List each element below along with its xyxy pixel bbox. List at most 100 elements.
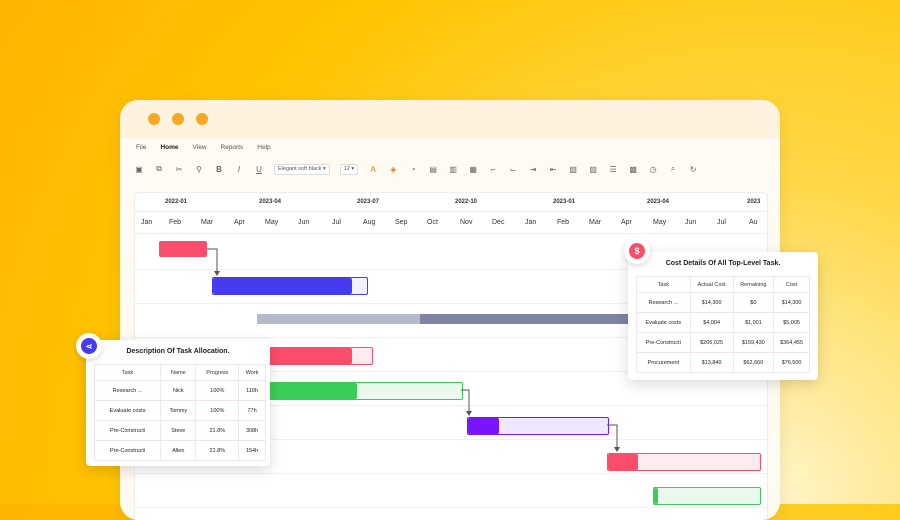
table-cell: $159,430: [732, 332, 775, 353]
month-label: Jun: [685, 219, 697, 226]
column-header: Name: [160, 364, 197, 381]
task-bar[interactable]: [467, 417, 609, 435]
month-label: Apr: [234, 219, 245, 226]
outdent-icon[interactable]: ⇤: [548, 164, 558, 174]
table-cell: $0: [732, 292, 775, 313]
save-icon[interactable]: ▣: [134, 164, 144, 174]
indent-icon[interactable]: ⇥: [528, 164, 538, 174]
table-cell: $14,300: [773, 292, 810, 313]
month-label: Apr: [621, 219, 632, 226]
progress-icon[interactable]: ◔: [408, 164, 418, 174]
table-cell: 308h: [238, 420, 266, 441]
search-icon[interactable]: ⌕: [668, 164, 678, 174]
task-bar[interactable]: [212, 277, 368, 295]
month-label: Jan: [141, 219, 153, 226]
font-size-value: 12: [343, 165, 350, 172]
row-divider: [135, 507, 767, 508]
task-bar[interactable]: [159, 241, 207, 257]
year-label: 2022-01: [165, 199, 188, 205]
underline-icon[interactable]: U: [254, 164, 264, 174]
month-label: Feb: [557, 219, 570, 226]
font-color-icon[interactable]: A: [368, 164, 378, 174]
toolbar: ▣ ⧉ ✂ ⚲ B I U Elegant soft black ▾ 12 ▾ …: [134, 162, 766, 176]
table-cell: 100%: [195, 380, 240, 401]
task-bar[interactable]: [653, 487, 761, 505]
summary-bar[interactable]: [257, 314, 637, 324]
month-label: Dec: [492, 219, 505, 226]
table-row: Research ... $14,300 $0 $14,300: [636, 292, 810, 313]
column-header: Actual Cost: [689, 276, 734, 293]
task-bar[interactable]: [259, 382, 463, 400]
month-label: Mar: [201, 219, 214, 226]
table-cell: Evaluate costs: [93, 400, 162, 421]
cost-badge[interactable]: $: [624, 238, 650, 264]
table-row: Research ... Nick 100% 110h: [93, 380, 266, 401]
menu-file[interactable]: File: [136, 144, 146, 151]
table-cell: Allen: [160, 440, 197, 461]
window-dot-2[interactable]: [172, 113, 184, 125]
month-label: Mar: [589, 219, 602, 226]
subtask-icon[interactable]: ▥: [448, 164, 458, 174]
menu-view[interactable]: View: [193, 144, 207, 151]
table-cell: $364,455: [773, 332, 810, 353]
bold-icon[interactable]: B: [214, 164, 224, 174]
table-cell: $205,025: [689, 332, 734, 353]
share-badge[interactable]: ⋖: [76, 333, 102, 359]
year-header: 2022-01 2023-04 2023-07 2022-10 2023-01 …: [135, 193, 767, 212]
table-cell: 77h: [238, 400, 266, 421]
link-icon[interactable]: ⌐: [488, 164, 498, 174]
refresh-icon[interactable]: ↻: [688, 164, 698, 174]
fill-color-icon[interactable]: ◈: [388, 164, 398, 174]
column-header: Work: [238, 364, 266, 381]
task-progress: [468, 418, 499, 434]
task-progress: [654, 488, 659, 504]
table-cell: Research ...: [93, 380, 162, 401]
menu-reports[interactable]: Reports: [221, 144, 244, 151]
menu-home[interactable]: Home: [160, 144, 178, 151]
image-icon[interactable]: ▩: [628, 164, 638, 174]
task-icon[interactable]: ▤: [428, 164, 438, 174]
column-header: Cost: [773, 276, 810, 293]
cut-icon[interactable]: ✂: [174, 164, 184, 174]
milestone-icon[interactable]: ▦: [468, 164, 478, 174]
row-divider: [135, 473, 767, 474]
task-bar[interactable]: [261, 347, 373, 365]
table-cell: 21.8%: [195, 440, 240, 461]
font-size-select[interactable]: 12 ▾: [339, 163, 359, 175]
month-label: Feb: [169, 219, 182, 226]
table-cell: 100%: [195, 400, 240, 421]
month-label: Aug: [363, 219, 376, 226]
note-icon[interactable]: ▧: [568, 164, 578, 174]
resource-icon[interactable]: ▨: [588, 164, 598, 174]
month-label: Jul: [717, 219, 726, 226]
table-cell: 154h: [238, 440, 266, 461]
copy-icon[interactable]: ⧉: [154, 164, 164, 174]
task-allocation-card: Description Of Task Allocation. Task Nam…: [86, 340, 270, 466]
cost-table: Task Actual Cost Remaining Cost Research…: [636, 276, 810, 373]
column-header: Remaining: [732, 276, 775, 293]
format-painter-icon[interactable]: ⚲: [194, 164, 204, 174]
font-family-value: Elegant soft black: [278, 165, 322, 172]
clock-icon[interactable]: ◷: [648, 164, 658, 174]
table-cell: Evaluate costs: [636, 312, 691, 333]
italic-icon[interactable]: I: [234, 164, 244, 174]
month-label: May: [653, 219, 667, 226]
table-cell: $1,001: [732, 312, 775, 333]
task-bar[interactable]: [607, 453, 761, 471]
table-cell: 110h: [238, 380, 266, 401]
table-cell: $13,840: [689, 352, 734, 373]
table-row: Pre-Constructi Steve 21.8% 308h: [93, 420, 266, 441]
table-cell: Tommy: [160, 400, 197, 421]
dollar-icon: $: [629, 243, 645, 259]
unlink-icon[interactable]: ⌙: [508, 164, 518, 174]
cost-details-card: Cost Details Of All Top-Level Task. Task…: [628, 252, 818, 380]
table-cell: Procurement: [636, 352, 691, 373]
table-cell: $14,300: [689, 292, 734, 313]
month-label: Au: [749, 219, 758, 226]
menu-help[interactable]: Help: [257, 144, 270, 151]
window-dot-3[interactable]: [196, 113, 208, 125]
task-progress: [608, 454, 639, 470]
font-family-select[interactable]: Elegant soft black ▾: [274, 163, 330, 175]
window-dot-1[interactable]: [148, 113, 160, 125]
settings-icon[interactable]: ☰: [608, 164, 618, 174]
